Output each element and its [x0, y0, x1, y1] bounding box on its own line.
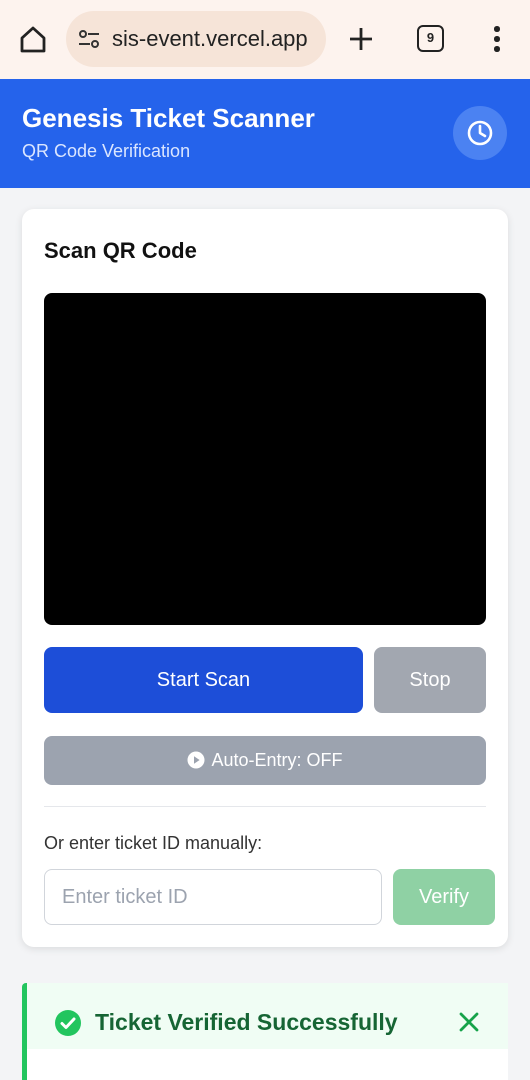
- url-text: sis-event.vercel.app: [112, 26, 308, 51]
- address-bar[interactable]: sis-event.vercel.app: [66, 11, 326, 67]
- history-button[interactable]: [453, 106, 507, 160]
- app-header: Genesis Ticket Scanner QR Code Verificat…: [0, 79, 530, 188]
- new-tab-icon[interactable]: [346, 24, 376, 54]
- scanner-card: Scan QR Code Start Scan Stop Auto-Entry:…: [22, 209, 508, 947]
- tab-switcher-button[interactable]: 9: [417, 25, 444, 52]
- section-divider: [44, 806, 486, 807]
- tab-count: 9: [426, 30, 435, 45]
- app-title: Genesis Ticket Scanner: [22, 103, 315, 133]
- more-menu-icon[interactable]: [485, 26, 509, 52]
- result-title: Ticket Verified Successfully: [95, 1009, 398, 1035]
- play-circle-icon: [187, 751, 205, 769]
- clock-icon: [467, 120, 493, 146]
- camera-preview: [44, 293, 486, 625]
- scanner-title: Scan QR Code: [44, 238, 197, 263]
- manual-entry-label: Or enter ticket ID manually:: [44, 833, 263, 853]
- auto-entry-label: Auto-Entry: OFF: [211, 750, 343, 770]
- home-icon[interactable]: [18, 24, 48, 54]
- app-subtitle: QR Code Verification: [22, 141, 191, 161]
- browser-toolbar: sis-event.vercel.app 9: [0, 0, 530, 79]
- verification-result-banner: Ticket Verified Successfully: [22, 983, 508, 1080]
- ticket-id-input[interactable]: [44, 869, 382, 925]
- close-icon[interactable]: [457, 1010, 481, 1034]
- verify-button[interactable]: Verify: [393, 869, 495, 925]
- stop-scan-button[interactable]: Stop: [374, 647, 486, 713]
- start-scan-button[interactable]: Start Scan: [44, 647, 363, 713]
- auto-entry-toggle[interactable]: Auto-Entry: OFF: [44, 736, 486, 785]
- result-details: [27, 1049, 508, 1080]
- site-settings-icon[interactable]: [78, 28, 100, 50]
- check-circle-icon: [55, 1010, 81, 1036]
